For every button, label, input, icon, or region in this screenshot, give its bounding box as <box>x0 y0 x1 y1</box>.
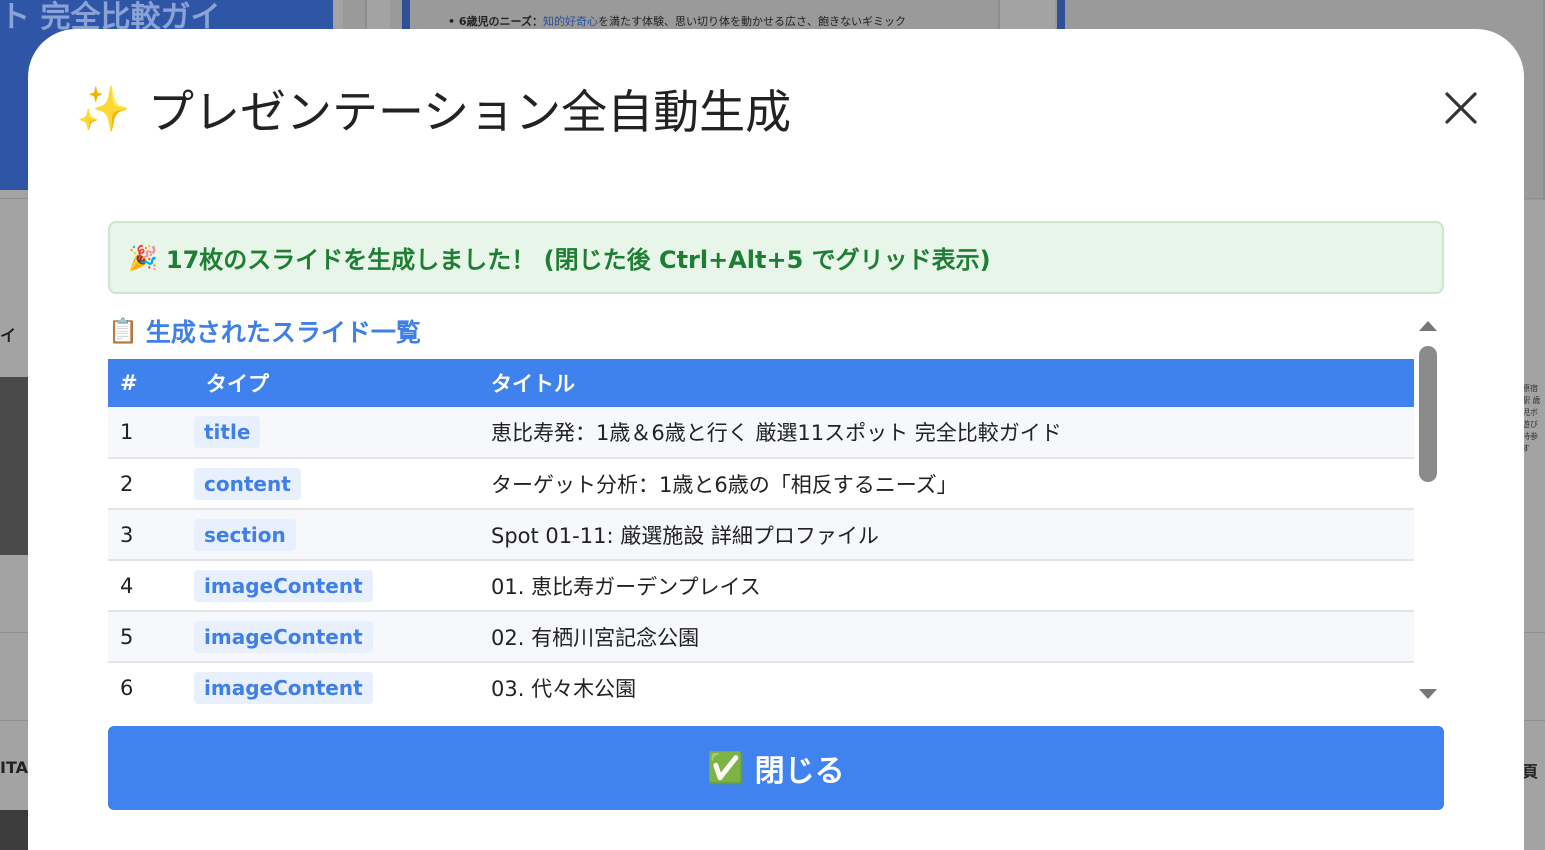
sparkles-icon: ✨ <box>76 84 131 135</box>
table-row: 6 imageContent 03. 代々木公園 <box>108 662 1414 707</box>
slide-table: # タイプ タイトル 1 title 恵比寿発：1歳＆6歳と行く 厳選11スポッ… <box>108 359 1414 707</box>
slide-list-heading: 📋 生成されたスライド一覧 <box>108 313 421 349</box>
slide-type-badge: content <box>194 467 301 500</box>
table-row: 2 content ターゲット分析：1歳と6歳の「相反するニーズ」 <box>108 458 1414 509</box>
slide-title: 恵比寿発：1歳＆6歳と行く 厳選11スポット 完全比較ガイド <box>491 421 1062 445</box>
background-right-text: 原宿駅 歳児ボ 遊び 持参す <box>1522 384 1541 453</box>
slide-title: 02. 有栖川宮記念公園 <box>491 625 700 650</box>
row-number: 2 <box>120 471 134 496</box>
row-number: 1 <box>120 420 134 444</box>
row-number: 3 <box>120 522 134 547</box>
background-note: • 6歳児のニーズ：知的好奇心を満たす体験、思い切り体を動かせる広さ、飽きないギ… <box>448 15 906 28</box>
slide-title: ターゲット分析：1歳と6歳の「相反するニーズ」 <box>491 472 958 497</box>
slide-type-badge: imageContent <box>194 569 373 602</box>
close-button-label: 閉じる <box>754 754 845 789</box>
party-popper-icon: 🎉 <box>128 243 158 272</box>
slide-title: 03. 代々木公園 <box>491 676 637 701</box>
slide-table-container[interactable]: # タイプ タイトル 1 title 恵比寿発：1歳＆6歳と行く 厳選11スポッ… <box>108 359 1414 707</box>
slide-list-heading-text: 生成されたスライド一覧 <box>145 318 421 347</box>
row-number: 6 <box>120 675 134 700</box>
table-row: 1 title 恵比寿発：1歳＆6歳と行く 厳選11スポット 完全比較ガイド <box>108 407 1414 458</box>
scroll-up-arrow-icon[interactable] <box>1419 321 1437 331</box>
check-mark-icon: ✅ <box>707 750 745 786</box>
background-side-label: ITA <box>0 758 29 777</box>
background-side-label: イ <box>0 326 17 345</box>
row-number: 5 <box>120 624 134 649</box>
slide-title: Spot 01-11: 厳選施設 詳細プロファイル <box>491 523 879 548</box>
background-thumbnail <box>0 810 28 850</box>
table-row: 3 section Spot 01-11: 厳選施設 詳細プロファイル <box>108 509 1414 560</box>
success-message: 17枚のスライドを生成しました！ (閉じた後 Ctrl+Alt+5 でグリッド表… <box>165 246 991 274</box>
background-side-label: 頁 <box>1522 762 1539 781</box>
scrollbar-thumb[interactable] <box>1419 346 1437 482</box>
generation-modal: ✨ プレゼンテーション全自動生成 🎉 17枚のスライドを生成しました！ (閉じた… <box>28 29 1524 850</box>
slide-title: 01. 恵比寿ガーデンプレイス <box>491 574 761 599</box>
scroll-down-arrow-icon[interactable] <box>1419 689 1437 699</box>
clipboard-icon: 📋 <box>108 317 138 345</box>
close-icon[interactable] <box>1442 89 1480 127</box>
slide-type-badge: imageContent <box>194 620 373 653</box>
table-scrollbar[interactable] <box>1416 321 1442 707</box>
modal-title: プレゼンテーション全自動生成 <box>148 85 792 139</box>
background-card-stripe <box>1057 0 1065 30</box>
background-thumbnail <box>0 377 28 555</box>
row-number: 4 <box>120 573 134 598</box>
close-button[interactable]: ✅ 閉じる <box>108 726 1444 810</box>
column-header-title: タイトル <box>491 372 575 396</box>
table-header-row: # タイプ タイトル <box>108 359 1414 407</box>
table-row: 5 imageContent 02. 有栖川宮記念公園 <box>108 611 1414 662</box>
slide-type-badge: imageContent <box>194 671 373 704</box>
slide-type-badge: title <box>194 416 261 448</box>
background-card-stripe <box>402 0 410 30</box>
modal-header: ✨ プレゼンテーション全自動生成 <box>76 73 791 145</box>
success-banner: 🎉 17枚のスライドを生成しました！ (閉じた後 Ctrl+Alt+5 でグリッ… <box>108 221 1444 294</box>
table-row: 4 imageContent 01. 恵比寿ガーデンプレイス <box>108 560 1414 611</box>
column-header-type: タイプ <box>206 372 269 396</box>
slide-type-badge: section <box>194 518 296 551</box>
column-header-number: # <box>120 371 138 395</box>
